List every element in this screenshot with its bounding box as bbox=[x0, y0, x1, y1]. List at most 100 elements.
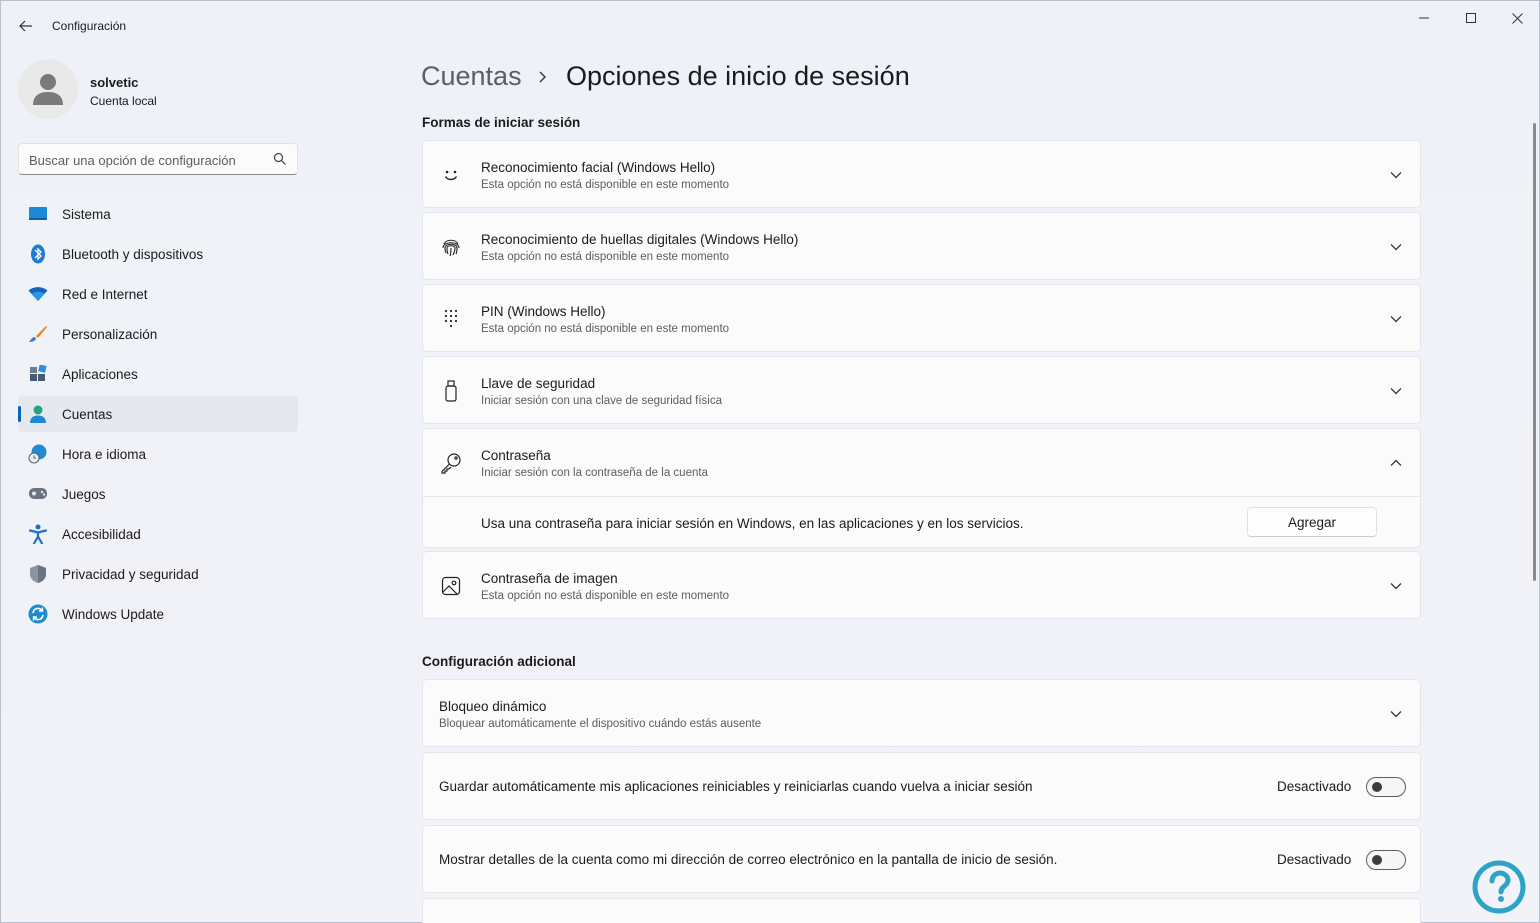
option-title: Llave de seguridad bbox=[481, 376, 596, 391]
apps-icon bbox=[28, 365, 48, 383]
page-title: Opciones de inicio de sesión bbox=[566, 61, 910, 91]
sidebar-item-bluetooth[interactable]: Bluetooth y dispositivos bbox=[18, 236, 298, 272]
chevron-down-icon[interactable] bbox=[1388, 239, 1404, 255]
search-input[interactable] bbox=[29, 151, 264, 169]
close-icon bbox=[1511, 12, 1523, 24]
sidebar-item-label: Juegos bbox=[62, 487, 106, 502]
sign-in-option-password[interactable]: Contraseña Iniciar sesión con la contras… bbox=[422, 428, 1421, 548]
setting-label: Mostrar detalles de la cuenta como mi di… bbox=[439, 852, 1058, 867]
scrollbar[interactable] bbox=[1533, 123, 1536, 581]
maximize-icon bbox=[1466, 13, 1476, 23]
gamepad-icon bbox=[28, 485, 48, 503]
chevron-down-icon[interactable] bbox=[1388, 578, 1404, 594]
account-details-toggle[interactable] bbox=[1366, 850, 1406, 870]
option-subtitle: Esta opción no está disponible en este m… bbox=[481, 179, 730, 191]
option-title: Reconocimiento de huellas digitales (Win… bbox=[481, 232, 799, 247]
bluetooth-icon bbox=[28, 244, 48, 264]
search-box[interactable] bbox=[18, 143, 298, 175]
sign-in-option-security-key[interactable]: Llave de seguridad Iniciar sesión con un… bbox=[422, 356, 1421, 424]
option-title: PIN (Windows Hello) bbox=[481, 304, 606, 319]
usb-key-icon bbox=[439, 379, 463, 403]
toggle-knob bbox=[1372, 782, 1382, 792]
chevron-down-icon[interactable] bbox=[1388, 706, 1404, 722]
back-arrow-icon bbox=[19, 20, 32, 32]
chevron-down-icon[interactable] bbox=[1388, 167, 1404, 183]
sidebar-item-label: Windows Update bbox=[62, 607, 165, 622]
sign-in-option-pin[interactable]: PIN (Windows Hello) Esta opción no está … bbox=[422, 284, 1421, 352]
monitor-icon bbox=[28, 205, 48, 223]
next-setting-card bbox=[422, 898, 1421, 923]
option-title: Contraseña de imagen bbox=[481, 571, 618, 586]
chevron-right-icon bbox=[539, 71, 546, 83]
profile-account-type: Cuenta local bbox=[90, 94, 157, 108]
password-description: Usa una contraseña para iniciar sesión e… bbox=[481, 516, 1024, 531]
option-subtitle: Iniciar sesión con una clave de segurida… bbox=[481, 395, 723, 407]
wifi-icon bbox=[28, 285, 48, 303]
sidebar-item-hora[interactable]: Hora e idioma bbox=[18, 436, 298, 472]
sidebar-nav: Sistema Bluetooth y dispositivos Red e I… bbox=[18, 196, 298, 636]
sidebar-item-juegos[interactable]: Juegos bbox=[18, 476, 298, 512]
picture-icon bbox=[439, 574, 463, 598]
sign-in-option-picture-password[interactable]: Contraseña de imagen Esta opción no está… bbox=[422, 551, 1421, 619]
update-icon bbox=[28, 604, 48, 624]
title-bar: Configuración bbox=[1, 1, 1539, 49]
sidebar-item-label: Sistema bbox=[62, 207, 111, 222]
profile-name: solvetic bbox=[90, 75, 139, 90]
chevron-up-icon[interactable] bbox=[1388, 455, 1404, 471]
app-title: Configuración bbox=[52, 19, 127, 33]
sidebar-item-label: Bluetooth y dispositivos bbox=[62, 247, 204, 262]
option-title: Reconocimiento facial (Windows Hello) bbox=[481, 160, 716, 175]
close-button[interactable] bbox=[1494, 1, 1540, 35]
dynamic-lock-card[interactable]: Bloqueo dinámico Bloquear automáticament… bbox=[422, 679, 1421, 747]
key-icon bbox=[439, 451, 463, 475]
sidebar-item-personalizacion[interactable]: Personalización bbox=[18, 316, 298, 352]
sidebar-item-label: Privacidad y seguridad bbox=[62, 567, 199, 582]
fingerprint-icon bbox=[439, 235, 463, 259]
user-avatar-icon bbox=[33, 74, 63, 105]
sidebar-item-red[interactable]: Red e Internet bbox=[18, 276, 298, 312]
toggle-state-label: Desactivado bbox=[1277, 779, 1352, 794]
option-title: Contraseña bbox=[481, 448, 551, 463]
chevron-down-icon[interactable] bbox=[1388, 311, 1404, 327]
section-title-additional: Configuración adicional bbox=[422, 654, 576, 669]
option-subtitle: Esta opción no está disponible en este m… bbox=[481, 590, 730, 602]
sidebar-item-windows-update[interactable]: Windows Update bbox=[18, 596, 298, 632]
sidebar-item-label: Accesibilidad bbox=[62, 527, 141, 542]
sidebar-item-privacidad[interactable]: Privacidad y seguridad bbox=[18, 556, 298, 592]
option-subtitle: Esta opción no está disponible en este m… bbox=[481, 323, 730, 335]
option-title: Bloqueo dinámico bbox=[439, 699, 547, 714]
globe-clock-icon bbox=[28, 444, 48, 464]
sign-in-option-face[interactable]: Reconocimiento facial (Windows Hello) Es… bbox=[422, 140, 1421, 208]
add-password-button[interactable]: Agregar bbox=[1247, 507, 1377, 537]
toggle-state-label: Desactivado bbox=[1277, 852, 1352, 867]
back-button[interactable] bbox=[11, 12, 41, 40]
minimize-button[interactable] bbox=[1401, 1, 1447, 35]
sidebar-item-label: Aplicaciones bbox=[62, 367, 138, 382]
option-subtitle: Iniciar sesión con la contraseña de la c… bbox=[481, 467, 708, 479]
breadcrumb-parent[interactable]: Cuentas bbox=[421, 61, 522, 92]
setting-label: Guardar automáticamente mis aplicaciones… bbox=[439, 779, 1033, 794]
search-icon[interactable] bbox=[273, 152, 287, 166]
restart-apps-toggle[interactable] bbox=[1366, 777, 1406, 797]
avatar bbox=[18, 59, 78, 119]
settings-window: Configuración solvetic Cuenta local Busc… bbox=[0, 0, 1540, 923]
shield-icon bbox=[28, 565, 48, 583]
maximize-button[interactable] bbox=[1448, 1, 1494, 35]
person-icon bbox=[28, 405, 48, 423]
sidebar-item-label: Red e Internet bbox=[62, 287, 148, 302]
sidebar-item-aplicaciones[interactable]: Aplicaciones bbox=[18, 356, 298, 392]
brush-icon bbox=[28, 325, 48, 343]
help-watermark-icon bbox=[1472, 860, 1526, 914]
minimize-icon bbox=[1419, 17, 1429, 19]
sidebar-item-label: Hora e idioma bbox=[62, 447, 147, 462]
account-details-setting: Mostrar detalles de la cuenta como mi di… bbox=[422, 825, 1421, 893]
option-subtitle: Esta opción no está disponible en este m… bbox=[481, 251, 730, 263]
restart-apps-setting: Guardar automáticamente mis aplicaciones… bbox=[422, 752, 1421, 820]
sidebar-item-sistema[interactable]: Sistema bbox=[18, 196, 298, 232]
sign-in-option-fingerprint[interactable]: Reconocimiento de huellas digitales (Win… bbox=[422, 212, 1421, 280]
chevron-down-icon[interactable] bbox=[1388, 383, 1404, 399]
accessibility-icon bbox=[28, 524, 48, 544]
sidebar-item-cuentas[interactable]: Cuentas bbox=[18, 396, 298, 432]
pin-keypad-icon bbox=[439, 307, 463, 331]
sidebar-item-accesibilidad[interactable]: Accesibilidad bbox=[18, 516, 298, 552]
